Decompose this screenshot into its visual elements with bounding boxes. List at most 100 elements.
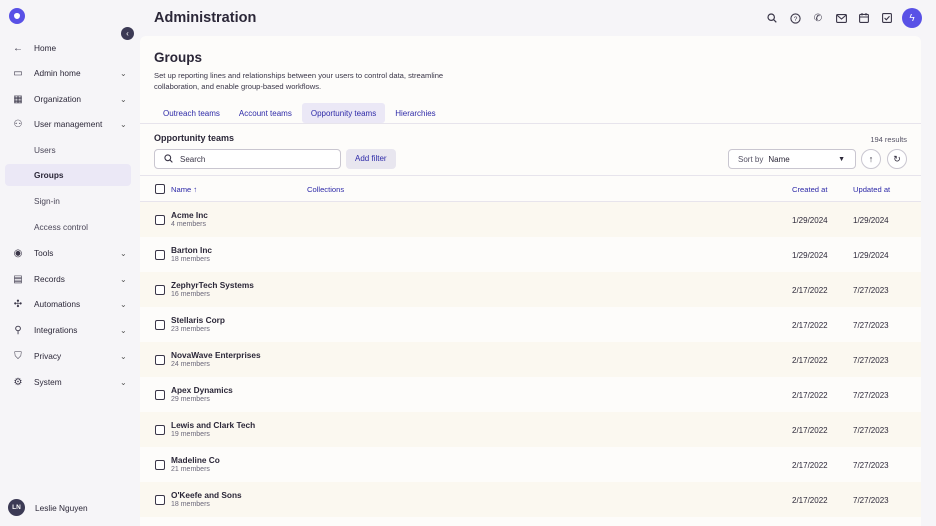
updated-at: 7/27/2023 (853, 461, 889, 470)
search-input[interactable] (180, 154, 330, 164)
member-count: 23 members (171, 325, 210, 333)
tab-opportunity-teams[interactable]: Opportunity teams (301, 103, 386, 123)
sidebar-item-records[interactable]: ▤ Records ⌄ (5, 268, 131, 290)
sidebar-item-groups[interactable]: Groups (5, 164, 131, 186)
sidebar-item-access-control[interactable]: Access control (5, 216, 131, 238)
sort-direction-button[interactable]: ↑ (861, 149, 881, 169)
column-name-label: Name (171, 185, 192, 194)
table-row[interactable]: Acme Inc 4 members 1/29/2024 1/29/2024 (140, 202, 921, 237)
created-at: 2/17/2022 (792, 321, 828, 330)
search-icon[interactable] (766, 12, 778, 24)
row-checkbox[interactable] (155, 425, 165, 435)
row-checkbox[interactable] (155, 460, 165, 470)
table-row[interactable]: O'Keefe and Sons 18 members 2/17/2022 7/27/… (140, 482, 921, 517)
row-checkbox[interactable] (155, 320, 165, 330)
row-checkbox[interactable] (155, 390, 165, 400)
member-count: 29 members (171, 395, 210, 403)
member-count: 18 members (171, 500, 210, 508)
column-name[interactable]: Name ↑ (171, 185, 197, 194)
updated-at: 7/27/2023 (853, 391, 889, 400)
column-collections[interactable]: Collections (307, 185, 344, 194)
table-row[interactable]: Stellaris Corp 23 members 2/17/2022 7/27/20… (140, 307, 921, 342)
table-row[interactable]: Apex Dynamics 29 members 2/17/2022 7/27/202… (140, 377, 921, 412)
search-field[interactable] (154, 149, 341, 169)
sidebar-item-automations[interactable]: ✣ Automations ⌄ (5, 293, 131, 315)
team-name[interactable]: NovaWave Enterprises (171, 350, 261, 360)
app-logo[interactable] (9, 8, 25, 24)
updated-at: 7/27/2023 (853, 356, 889, 365)
column-updated-at[interactable]: Updated at (853, 185, 890, 194)
updated-at: 7/27/2023 (853, 286, 889, 295)
row-checkbox[interactable] (155, 495, 165, 505)
sidebar-item-privacy[interactable]: ⛉ Privacy ⌄ (5, 345, 131, 367)
sidebar-item-organization[interactable]: ▦ Organization ⌄ (5, 88, 131, 110)
user-name: Leslie Nguyen (35, 502, 88, 513)
sidebar-item-label: Admin home (34, 68, 81, 78)
sidebar-item-system[interactable]: ⚙ System ⌄ (5, 371, 131, 393)
member-count: 4 members (171, 220, 207, 228)
row-checkbox[interactable] (155, 215, 165, 225)
tasks-icon[interactable] (881, 12, 893, 24)
table-row[interactable]: Lewis and Clark Tech 19 members 2/17/2022 7… (140, 412, 921, 447)
team-name[interactable]: Lewis and Clark Tech (171, 420, 255, 430)
sidebar-item-admin-home[interactable]: ▭ Admin home ⌄ (5, 62, 131, 84)
chevron-down-icon: ⌄ (120, 377, 127, 387)
table-row[interactable]: ZephyrTech Systems 16 members 2/17/2022 7/2… (140, 272, 921, 307)
topbar: Administration ? ✆ ϟ (140, 0, 936, 36)
row-checkbox[interactable] (155, 285, 165, 295)
team-name[interactable]: Barton Inc (171, 245, 212, 255)
member-count: 24 members (171, 360, 210, 368)
lightning-icon[interactable]: ϟ (902, 8, 922, 28)
records-icon: ▤ (13, 273, 23, 285)
phone-icon[interactable]: ✆ (812, 12, 824, 24)
help-icon[interactable]: ? (789, 12, 801, 24)
refresh-icon: ↻ (893, 153, 901, 164)
table-row[interactable]: Barton Inc 18 members 1/29/2024 1/29/2024 (140, 237, 921, 272)
refresh-button[interactable]: ↻ (887, 149, 907, 169)
sort-label: Sort by (738, 154, 764, 164)
mail-icon[interactable] (835, 12, 847, 24)
user-profile[interactable]: LN Leslie Nguyen (8, 499, 88, 516)
team-name[interactable]: Apex Dynamics (171, 385, 233, 395)
system-icon: ⚙ (13, 376, 23, 388)
column-created-at[interactable]: Created at (792, 185, 827, 194)
admin-home-icon: ▭ (13, 67, 23, 79)
add-filter-button[interactable]: Add filter (346, 149, 396, 169)
tab-outreach-teams[interactable]: Outreach teams (154, 103, 229, 123)
sidebar-item-users[interactable]: Users (5, 139, 131, 161)
table-row[interactable]: Madeline Co 21 members 2/17/2022 7/27/2023 (140, 447, 921, 482)
sort-select[interactable]: Sort by Name ▼ (728, 149, 856, 169)
building-icon: ▦ (13, 93, 23, 105)
updated-at: 7/27/2023 (853, 496, 889, 505)
calendar-icon[interactable] (858, 12, 870, 24)
select-all-checkbox[interactable] (155, 184, 165, 194)
sidebar-item-tools[interactable]: ◉ Tools ⌄ (5, 242, 131, 264)
sort-value: Name (768, 154, 790, 164)
sidebar-item-label: Integrations (34, 325, 78, 335)
avatar[interactable]: LN (8, 499, 25, 516)
sidebar-item-home[interactable]: ← Home (5, 37, 131, 59)
team-name[interactable]: Acme Inc (171, 210, 208, 220)
sidebar-item-label: Privacy (34, 351, 62, 361)
sidebar-item-sign-in[interactable]: Sign-in (5, 190, 131, 212)
chevron-down-icon: ⌄ (120, 94, 127, 104)
team-name[interactable]: O'Keefe and Sons (171, 490, 242, 500)
team-name[interactable]: Stellaris Corp (171, 315, 225, 325)
tab-account-teams[interactable]: Account teams (230, 103, 301, 123)
row-checkbox[interactable] (155, 355, 165, 365)
team-name[interactable]: Madeline Co (171, 455, 220, 465)
sidebar-item-label: Sign-in (34, 196, 60, 206)
search-icon (164, 153, 173, 165)
sidebar-item-label: Users (34, 145, 56, 155)
sidebar-item-integrations[interactable]: ⚲ Integrations ⌄ (5, 319, 131, 341)
updated-at: 7/27/2023 (853, 426, 889, 435)
table-row[interactable]: NovaWave Enterprises 24 members 2/17/2022 7… (140, 342, 921, 377)
sidebar-item-label: User management (34, 119, 103, 129)
sidebar-item-user-management[interactable]: ⚇ User management ⌄ (5, 113, 131, 135)
team-name[interactable]: ZephyrTech Systems (171, 280, 254, 290)
row-checkbox[interactable] (155, 250, 165, 260)
created-at: 2/17/2022 (792, 496, 828, 505)
created-at: 2/17/2022 (792, 461, 828, 470)
tab-hierarchies[interactable]: Hierarchies (386, 103, 444, 123)
sidebar-item-label: Records (34, 274, 65, 284)
